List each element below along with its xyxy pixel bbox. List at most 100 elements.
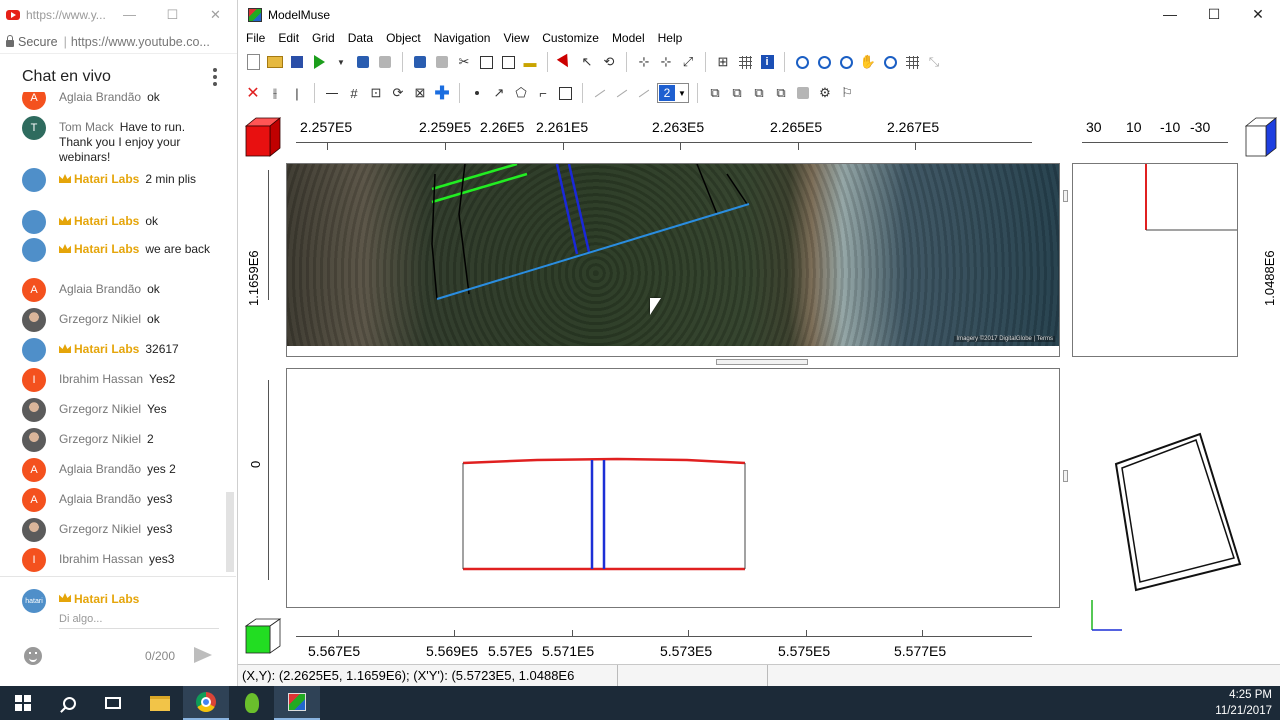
edit-vertices-icon[interactable] <box>591 84 609 102</box>
maximize-button[interactable]: ☐ <box>151 7 194 23</box>
task-view-button[interactable] <box>90 686 136 720</box>
vertical-splitter-top[interactable] <box>1063 190 1068 202</box>
chat-message[interactable]: Hatari Labs we are back <box>22 238 222 262</box>
chat-message[interactable]: Hatari Labs 32617 <box>22 338 222 362</box>
straight-line-icon[interactable]: ⌐ <box>534 84 552 102</box>
search-button[interactable] <box>46 686 92 720</box>
pan-icon[interactable]: ✋ <box>859 53 877 71</box>
chat-message[interactable]: Hatari Labs ok <box>22 210 222 234</box>
zoom-in-icon[interactable] <box>815 53 833 71</box>
3d-view[interactable] <box>1072 368 1272 638</box>
point-object-icon[interactable] <box>468 84 486 102</box>
paste-icon[interactable] <box>499 53 517 71</box>
print-icon[interactable] <box>376 53 394 71</box>
grid-rotate2-icon[interactable]: ⟳ <box>389 84 407 102</box>
zoom-grid-icon[interactable] <box>903 53 921 71</box>
menu-customize[interactable]: Customize <box>542 31 599 45</box>
zoom-icon[interactable] <box>793 53 811 71</box>
side-view[interactable] <box>1072 163 1238 357</box>
chat-message[interactable]: I Ibrahim Hassan Yes2 <box>22 368 222 392</box>
grid-create-icon[interactable]: # <box>345 84 363 102</box>
modelmuse-taskbar-button[interactable] <box>274 686 320 720</box>
chat-message[interactable]: Grzegorz Nikiel 2 <box>22 428 222 452</box>
menu-grid[interactable]: Grid <box>312 31 335 45</box>
cube-side-icon[interactable]: ⧉ <box>728 84 746 102</box>
grid-cell-icon[interactable]: ⊞ <box>714 53 732 71</box>
menu-help[interactable]: Help <box>658 31 683 45</box>
top-view-cube-icon[interactable] <box>242 114 284 160</box>
new-file-icon[interactable] <box>244 53 262 71</box>
menu-edit[interactable]: Edit <box>278 31 299 45</box>
run-model-icon[interactable] <box>310 53 328 71</box>
grid-spacing-icon[interactable]: ⊹ <box>657 53 675 71</box>
mm-titlebar[interactable]: ModelMuse — ☐ ✕ <box>238 0 1280 29</box>
grid-smooth-icon[interactable]: ⊠ <box>411 84 429 102</box>
vertical-splitter-bottom[interactable] <box>1063 470 1068 482</box>
menu-file[interactable]: File <box>246 31 265 45</box>
cut-icon[interactable]: ✂ <box>455 53 473 71</box>
chat-message-list[interactable]: A Aglaia Brandão ok T Tom Mack Have to run. T… <box>0 92 236 574</box>
chat-message[interactable]: Hatari Labs 2 min plis <box>22 168 222 192</box>
add-column-icon[interactable]: ⫲ <box>266 84 284 102</box>
run-dropdown-icon[interactable]: ▼ <box>332 53 350 71</box>
chat-message[interactable]: I Ibrahim Hassan yes3 <box>22 548 222 572</box>
rectangle-object-icon[interactable] <box>556 84 574 102</box>
chat-message[interactable]: A Aglaia Brandão ok <box>22 92 222 110</box>
menu-object[interactable]: Object <box>386 31 421 45</box>
copy-icon[interactable] <box>477 53 495 71</box>
chat-message[interactable]: A Aglaia Brandão yes3 <box>22 488 222 512</box>
select-vertex-icon[interactable]: ↖ <box>578 53 596 71</box>
top-view-map[interactable]: Imagery ©2017 DigitalGlobe | Terms <box>286 163 1060 357</box>
send-icon[interactable] <box>194 647 212 663</box>
menu-model[interactable]: Model <box>612 31 645 45</box>
visualization-icon[interactable]: ⚙ <box>816 84 834 102</box>
address-bar[interactable]: Secure | https://www.youtube.co... <box>0 30 237 54</box>
chat-titlebar[interactable]: https://www.y... — ☐ ✕ <box>0 0 237 30</box>
minimize-button[interactable]: — <box>108 7 151 23</box>
menu-data[interactable]: Data <box>348 31 373 45</box>
restore-view-icon[interactable]: ⤡ <box>925 53 943 71</box>
mm-minimize-button[interactable]: — <box>1148 6 1192 23</box>
flag-icon[interactable]: ⚐ <box>838 84 856 102</box>
add-point-icon[interactable]: ✚ <box>433 83 451 103</box>
menu-navigation[interactable]: Navigation <box>434 31 491 45</box>
chat-input[interactable]: Di algo... <box>59 613 219 629</box>
menu-view[interactable]: View <box>503 31 529 45</box>
line-object-icon[interactable]: ↗ <box>490 84 508 102</box>
info-icon[interactable] <box>758 53 776 71</box>
cube-disabled-icon[interactable] <box>794 84 812 102</box>
polygon-object-icon[interactable]: ⬠ <box>512 84 530 102</box>
chat-message[interactable]: Grzegorz Nikiel Yes <box>22 398 222 422</box>
grid-generate-icon[interactable]: ⊡ <box>367 84 385 102</box>
move-column-icon[interactable]: | <box>288 84 306 102</box>
front-view[interactable] <box>286 368 1060 608</box>
insert-vertex-icon[interactable] <box>613 84 631 102</box>
cube-front-icon[interactable]: ⧉ <box>706 84 724 102</box>
delete-segment-icon[interactable] <box>635 84 653 102</box>
select-arrow-icon[interactable] <box>556 53 574 71</box>
chat-message[interactable]: A Aglaia Brandão ok <box>22 278 222 302</box>
close-button[interactable]: ✕ <box>194 7 237 23</box>
data-sets-icon[interactable] <box>736 53 754 71</box>
front-view-cube-icon[interactable] <box>242 616 284 658</box>
chat-message[interactable]: Grzegorz Nikiel ok <box>22 308 222 332</box>
mm-maximize-button[interactable]: ☐ <box>1192 6 1236 23</box>
system-clock[interactable]: 4:25 PM 11/21/2017 <box>1215 687 1272 719</box>
chat-message[interactable]: T Tom Mack Have to run. Thank you I enjoy … <box>22 116 222 165</box>
chat-message[interactable]: A Aglaia Brandão yes 2 <box>22 458 222 482</box>
undo-icon[interactable] <box>411 53 429 71</box>
grid-edit-icon[interactable]: ⊹ <box>635 53 653 71</box>
grid-rotate-icon[interactable]: ⤢ <box>679 53 697 71</box>
horizontal-splitter[interactable] <box>716 359 808 365</box>
chat-message[interactable]: Grzegorz Nikiel yes3 <box>22 518 222 542</box>
save-icon[interactable] <box>288 53 306 71</box>
more-options-icon[interactable] <box>213 68 217 86</box>
layer-selector[interactable]: 2 ▼ <box>657 83 689 103</box>
chat-scrollbar[interactable] <box>226 492 234 572</box>
delete-object-icon[interactable]: ✕ <box>244 84 262 102</box>
cube-3d-icon[interactable]: ⧉ <box>772 84 790 102</box>
chrome-button[interactable] <box>183 686 229 720</box>
mm-close-button[interactable]: ✕ <box>1236 6 1280 23</box>
zoom-extents-icon[interactable] <box>881 53 899 71</box>
qgis-button[interactable] <box>229 686 275 720</box>
